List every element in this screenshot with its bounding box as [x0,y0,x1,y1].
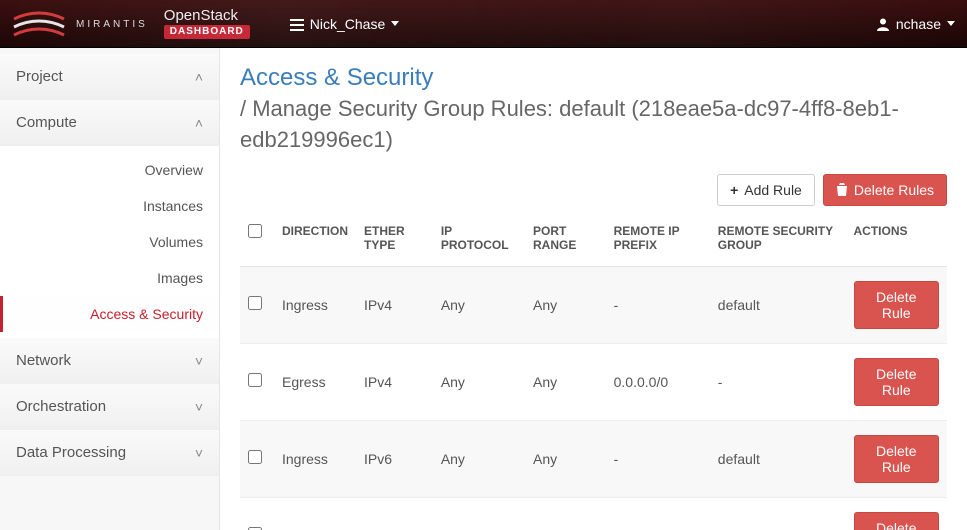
caret-down-icon [947,21,955,26]
row-checkbox[interactable] [248,296,262,310]
brand-dashboard: DASHBOARD [164,25,250,39]
col-actions: ACTIONS [846,214,948,267]
plus-icon: + [730,182,738,198]
cell-remote-ip-prefix: - [606,420,710,497]
row-checkbox[interactable] [248,450,262,464]
username: nchase [896,16,941,32]
cell-ether-type: IPv4 [356,343,433,420]
sidebar-group-project[interactable]: Project ˄ [0,54,219,100]
chevron-down-icon: ˅ [195,399,203,415]
sidebar-item-overview[interactable]: Overview [0,152,219,188]
cell-direction: Egress [274,497,356,530]
user-menu[interactable]: nchase [876,16,955,32]
rules-table: DIRECTION ETHER TYPE IP PROTOCOL PORT RA… [240,214,947,530]
cell-ip-protocol: Any [433,497,525,530]
cell-direction: Ingress [274,266,356,343]
cell-direction: Egress [274,343,356,420]
chevron-down-icon: ˅ [195,353,203,369]
brand-mirantis: MIRANTIS [76,20,148,30]
cell-port-range: Any [525,343,606,420]
add-rule-button[interactable]: + Add Rule [717,174,815,206]
chevron-down-icon: ˅ [195,445,203,461]
delete-rules-button[interactable]: Delete Rules [823,174,947,206]
user-icon [876,17,890,31]
breadcrumb-root-link[interactable]: Access & Security [240,64,947,92]
sidebar-sublist-compute: Overview Instances Volumes Images Access… [0,146,219,338]
col-ether-type: ETHER TYPE [356,214,433,267]
cell-remote-security-group: default [710,420,846,497]
mirantis-logo-icon [12,9,66,39]
cell-port-range: Any [525,420,606,497]
sidebar-group-label: Project [16,68,63,85]
sidebar-item-volumes[interactable]: Volumes [0,224,219,260]
sidebar: Project ˄ Compute ˄ Overview Instances V… [0,48,220,530]
col-direction: DIRECTION [274,214,356,267]
col-port-range: PORT RANGE [525,214,606,267]
sidebar-group-orchestration[interactable]: Orchestration ˅ [0,384,219,430]
delete-rule-button[interactable]: Delete Rule [854,281,940,329]
col-remote-ip-prefix: REMOTE IP PREFIX [606,214,710,267]
cell-remote-ip-prefix: - [606,266,710,343]
delete-rule-button[interactable]: Delete Rule [854,512,940,530]
button-label: Add Rule [744,182,802,198]
sidebar-item-access-security[interactable]: Access & Security [0,296,219,332]
project-name: Nick_Chase [310,16,385,32]
col-remote-security-group: REMOTE SECURITY GROUP [710,214,846,267]
sidebar-item-images[interactable]: Images [0,260,219,296]
cell-ip-protocol: Any [433,266,525,343]
table-row: EgressIPv4AnyAny0.0.0.0/0-Delete Rule [240,343,947,420]
list-icon [290,18,304,30]
page-title: / Manage Security Group Rules: default (… [240,94,947,156]
chevron-up-icon: ˄ [195,69,203,85]
cell-remote-ip-prefix: 0.0.0.0/0 [606,343,710,420]
delete-rule-button[interactable]: Delete Rule [854,358,940,406]
select-all-checkbox[interactable] [248,224,262,238]
cell-ip-protocol: Any [433,420,525,497]
sidebar-group-network[interactable]: Network ˅ [0,338,219,384]
cell-ether-type: IPv6 [356,497,433,530]
main-content: Access & Security / Manage Security Grou… [220,48,967,530]
project-switcher[interactable]: Nick_Chase [290,16,399,32]
sidebar-group-label: Orchestration [16,398,106,415]
cell-direction: Ingress [274,420,356,497]
chevron-up-icon: ˄ [195,115,203,131]
brand-block: MIRANTIS OpenStack DASHBOARD [12,8,250,39]
sidebar-group-compute[interactable]: Compute ˄ [0,100,219,146]
trash-icon [836,183,848,196]
button-label: Delete Rules [854,182,934,198]
cell-ip-protocol: Any [433,343,525,420]
cell-remote-ip-prefix: ::/0 [606,497,710,530]
cell-remote-security-group: - [710,343,846,420]
cell-ether-type: IPv4 [356,266,433,343]
page-actions: + Add Rule Delete Rules [240,174,947,206]
top-bar: MIRANTIS OpenStack DASHBOARD Nick_Chase … [0,0,967,48]
delete-rule-button[interactable]: Delete Rule [854,435,940,483]
table-row: EgressIPv6AnyAny::/0-Delete Rule [240,497,947,530]
table-row: IngressIPv6AnyAny-defaultDelete Rule [240,420,947,497]
sidebar-group-label: Compute [16,114,77,131]
sidebar-group-label: Data Processing [16,444,126,461]
table-row: IngressIPv4AnyAny-defaultDelete Rule [240,266,947,343]
brand-openstack: OpenStack [164,8,250,23]
row-checkbox[interactable] [248,373,262,387]
cell-remote-security-group: default [710,266,846,343]
sidebar-item-instances[interactable]: Instances [0,188,219,224]
caret-down-icon [391,21,399,26]
sidebar-group-label: Network [16,352,71,369]
cell-port-range: Any [525,266,606,343]
col-ip-protocol: IP PROTOCOL [433,214,525,267]
breadcrumb: Access & Security / Manage Security Grou… [240,64,947,156]
cell-remote-security-group: - [710,497,846,530]
sidebar-group-data-processing[interactable]: Data Processing ˅ [0,430,219,476]
cell-ether-type: IPv6 [356,420,433,497]
cell-port-range: Any [525,497,606,530]
